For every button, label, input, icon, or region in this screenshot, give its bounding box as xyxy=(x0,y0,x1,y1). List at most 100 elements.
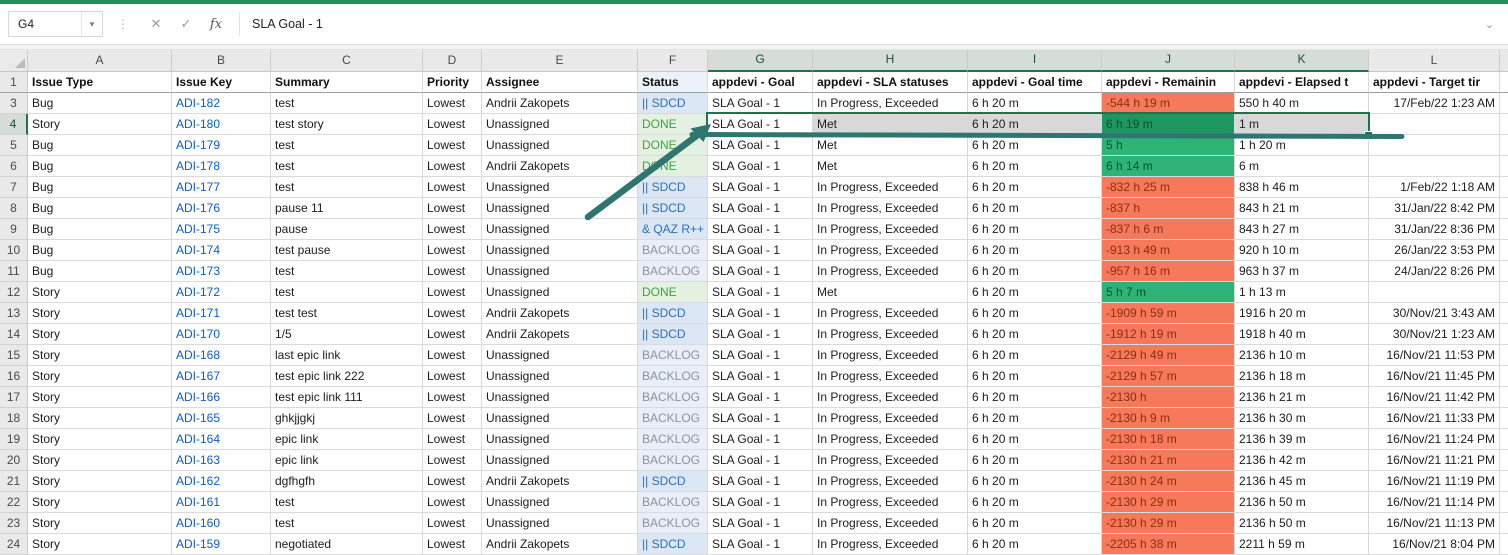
cell-I4[interactable]: 6 h 20 m xyxy=(968,114,1102,135)
cell-B20[interactable]: ADI-163 xyxy=(172,450,271,471)
cell-D12[interactable]: Lowest xyxy=(423,282,482,303)
cell-C6[interactable]: test xyxy=(271,156,423,177)
cell-A14[interactable]: Story xyxy=(28,324,172,345)
cell-E3[interactable]: Andrii Zakopets xyxy=(482,93,638,114)
cell-B13[interactable]: ADI-171 xyxy=(172,303,271,324)
cell-C16[interactable]: test epic link 222 xyxy=(271,366,423,387)
cell-G13[interactable]: SLA Goal - 1 xyxy=(708,303,813,324)
cell-B21[interactable]: ADI-162 xyxy=(172,471,271,492)
cell-K3[interactable]: 550 h 40 m xyxy=(1235,93,1369,114)
row-header-9[interactable]: 9 xyxy=(0,219,28,240)
row-header-22[interactable]: 22 xyxy=(0,492,28,513)
cell-L15[interactable]: 16/Nov/21 11:53 PM xyxy=(1369,345,1500,366)
cell-L19[interactable]: 16/Nov/21 11:24 PM xyxy=(1369,429,1500,450)
cell-K23[interactable]: 2136 h 50 m xyxy=(1235,513,1369,534)
cell-D6[interactable]: Lowest xyxy=(423,156,482,177)
cell-D10[interactable]: Lowest xyxy=(423,240,482,261)
formula-bar-expand-icon[interactable]: ⌄ xyxy=(1485,18,1494,31)
cell-L20[interactable]: 16/Nov/21 11:21 PM xyxy=(1369,450,1500,471)
cell-L16[interactable]: 16/Nov/21 11:45 PM xyxy=(1369,366,1500,387)
cell-I21[interactable]: 6 h 20 m xyxy=(968,471,1102,492)
cell-C20[interactable]: epic link xyxy=(271,450,423,471)
row-header-11[interactable]: 11 xyxy=(0,261,28,282)
cell-D24[interactable]: Lowest xyxy=(423,534,482,555)
cell-A10[interactable]: Bug xyxy=(28,240,172,261)
cell-I13[interactable]: 6 h 20 m xyxy=(968,303,1102,324)
cell-D1[interactable]: Priority xyxy=(423,72,482,93)
cell-D8[interactable]: Lowest xyxy=(423,198,482,219)
cell-K5[interactable]: 1 h 20 m xyxy=(1235,135,1369,156)
cell-C3[interactable]: test xyxy=(271,93,423,114)
name-box[interactable]: G4 ▾ xyxy=(8,11,103,37)
cell-J15[interactable]: -2129 h 49 m xyxy=(1102,345,1235,366)
cell-G6[interactable]: SLA Goal - 1 xyxy=(708,156,813,177)
cell-C11[interactable]: test xyxy=(271,261,423,282)
cell-A12[interactable]: Story xyxy=(28,282,172,303)
cell-F11[interactable]: BACKLOG xyxy=(638,261,708,282)
cell-C22[interactable]: test xyxy=(271,492,423,513)
cell-K20[interactable]: 2136 h 42 m xyxy=(1235,450,1369,471)
cell-G12[interactable]: SLA Goal - 1 xyxy=(708,282,813,303)
cell-B22[interactable]: ADI-161 xyxy=(172,492,271,513)
cell-I10[interactable]: 6 h 20 m xyxy=(968,240,1102,261)
cell-J18[interactable]: -2130 h 9 m xyxy=(1102,408,1235,429)
row-header-12[interactable]: 12 xyxy=(0,282,28,303)
cell-C7[interactable]: test xyxy=(271,177,423,198)
cell-J9[interactable]: -837 h 6 m xyxy=(1102,219,1235,240)
cell-K15[interactable]: 2136 h 10 m xyxy=(1235,345,1369,366)
cell-G10[interactable]: SLA Goal - 1 xyxy=(708,240,813,261)
cell-H11[interactable]: In Progress, Exceeded xyxy=(813,261,968,282)
cell-F14[interactable]: || SDCD xyxy=(638,324,708,345)
cell-F12[interactable]: DONE xyxy=(638,282,708,303)
cell-E12[interactable]: Unassigned xyxy=(482,282,638,303)
row-header-13[interactable]: 13 xyxy=(0,303,28,324)
row-header-4[interactable]: 4 xyxy=(0,114,28,135)
cell-B4[interactable]: ADI-180 xyxy=(172,114,271,135)
cell-B16[interactable]: ADI-167 xyxy=(172,366,271,387)
cell-E22[interactable]: Unassigned xyxy=(482,492,638,513)
cell-F8[interactable]: || SDCD xyxy=(638,198,708,219)
cell-G18[interactable]: SLA Goal - 1 xyxy=(708,408,813,429)
row-header-24[interactable]: 24 xyxy=(0,534,28,555)
cell-A5[interactable]: Bug xyxy=(28,135,172,156)
cell-E5[interactable]: Unassigned xyxy=(482,135,638,156)
cell-G1[interactable]: appdevi - Goal xyxy=(708,72,813,93)
cell-C9[interactable]: pause xyxy=(271,219,423,240)
cell-B18[interactable]: ADI-165 xyxy=(172,408,271,429)
cell-D20[interactable]: Lowest xyxy=(423,450,482,471)
cell-L6[interactable] xyxy=(1369,156,1500,177)
cell-F17[interactable]: BACKLOG xyxy=(638,387,708,408)
cell-B9[interactable]: ADI-175 xyxy=(172,219,271,240)
cell-I20[interactable]: 6 h 20 m xyxy=(968,450,1102,471)
cell-K21[interactable]: 2136 h 45 m xyxy=(1235,471,1369,492)
cell-I3[interactable]: 6 h 20 m xyxy=(968,93,1102,114)
cell-L14[interactable]: 30/Nov/21 1:23 AM xyxy=(1369,324,1500,345)
cell-H3[interactable]: In Progress, Exceeded xyxy=(813,93,968,114)
cell-B14[interactable]: ADI-170 xyxy=(172,324,271,345)
cell-L8[interactable]: 31/Jan/22 8:42 PM xyxy=(1369,198,1500,219)
cell-G24[interactable]: SLA Goal - 1 xyxy=(708,534,813,555)
cell-K1[interactable]: appdevi - Elapsed t xyxy=(1235,72,1369,93)
cell-L23[interactable]: 16/Nov/21 11:13 PM xyxy=(1369,513,1500,534)
cell-L22[interactable]: 16/Nov/21 11:14 PM xyxy=(1369,492,1500,513)
cell-L21[interactable]: 16/Nov/21 11:19 PM xyxy=(1369,471,1500,492)
cell-H14[interactable]: In Progress, Exceeded xyxy=(813,324,968,345)
cell-A8[interactable]: Bug xyxy=(28,198,172,219)
cell-E4[interactable]: Unassigned xyxy=(482,114,638,135)
cell-A18[interactable]: Story xyxy=(28,408,172,429)
cell-I17[interactable]: 6 h 20 m xyxy=(968,387,1102,408)
cell-A16[interactable]: Story xyxy=(28,366,172,387)
cell-D9[interactable]: Lowest xyxy=(423,219,482,240)
cell-J12[interactable]: 5 h 7 m xyxy=(1102,282,1235,303)
cell-H1[interactable]: appdevi - SLA statuses xyxy=(813,72,968,93)
cell-D21[interactable]: Lowest xyxy=(423,471,482,492)
cell-I1[interactable]: appdevi - Goal time xyxy=(968,72,1102,93)
cell-I22[interactable]: 6 h 20 m xyxy=(968,492,1102,513)
cell-E20[interactable]: Unassigned xyxy=(482,450,638,471)
column-header-K[interactable]: K xyxy=(1235,50,1369,72)
cell-A15[interactable]: Story xyxy=(28,345,172,366)
cell-D18[interactable]: Lowest xyxy=(423,408,482,429)
cell-G3[interactable]: SLA Goal - 1 xyxy=(708,93,813,114)
cell-L12[interactable] xyxy=(1369,282,1500,303)
cell-J23[interactable]: -2130 h 29 m xyxy=(1102,513,1235,534)
